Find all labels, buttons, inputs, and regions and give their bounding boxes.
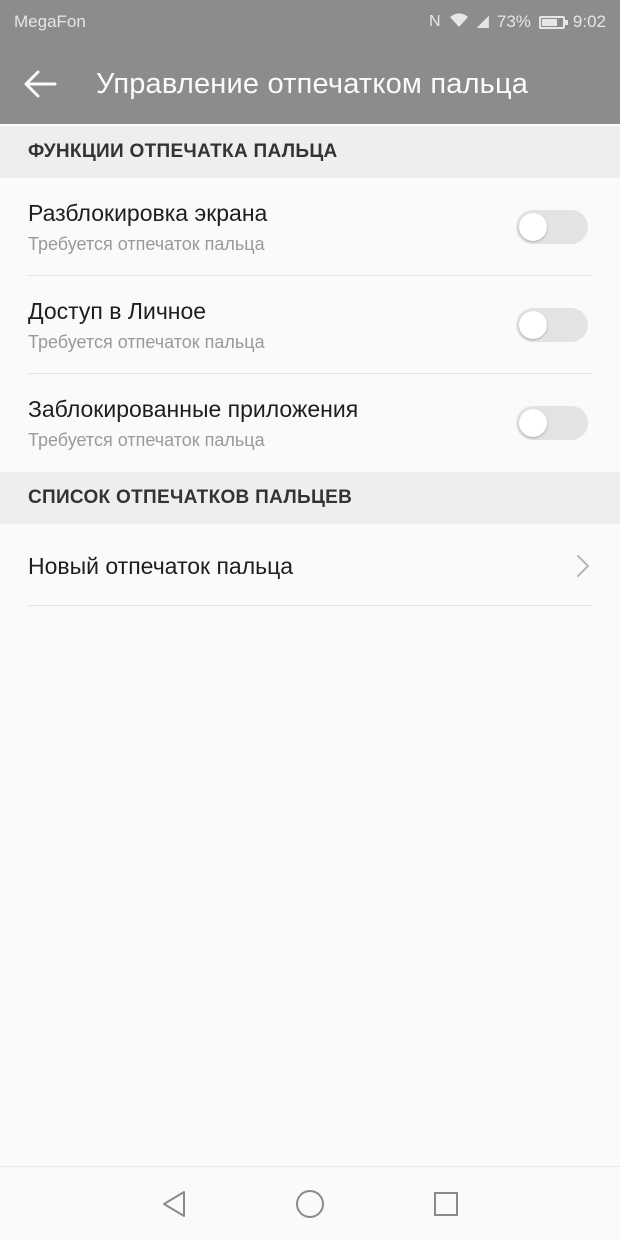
battery-icon: [538, 15, 568, 29]
setting-row-screen-unlock[interactable]: Разблокировка экрана Требуется отпечаток…: [0, 178, 620, 276]
arrow-back-icon: [24, 70, 57, 98]
battery-percent: 73%: [496, 12, 531, 31]
nav-home-icon: [296, 1189, 324, 1218]
nfc-icon: N: [429, 13, 441, 30]
nav-recents-icon: [434, 1191, 458, 1216]
setting-title: Разблокировка экрана: [28, 200, 268, 226]
divider: [28, 605, 592, 606]
setting-subtitle: Требуется отпечаток пальца: [28, 332, 265, 352]
wifi-icon: [449, 12, 469, 32]
new-fingerprint-label: Новый отпечаток пальца: [28, 553, 294, 579]
screen-unlock-toggle[interactable]: [516, 210, 588, 244]
setting-subtitle: Требуется отпечаток пальца: [28, 430, 265, 450]
toggle-knob: [519, 213, 547, 241]
section-header-fingerprint-list: СПИСОК ОТПЕЧАТКОВ ПАЛЬЦЕВ: [0, 472, 620, 524]
nav-recents-button[interactable]: [426, 1184, 466, 1224]
section-header-functions: ФУНКЦИИ ОТПЕЧАТКА ПАЛЬЦА: [0, 126, 620, 178]
setting-row-locked-apps[interactable]: Заблокированные приложения Требуется отп…: [0, 374, 620, 472]
navigation-bar: [0, 1166, 620, 1240]
setting-subtitle: Требуется отпечаток пальца: [28, 234, 265, 254]
new-fingerprint-row[interactable]: Новый отпечаток пальца: [0, 526, 620, 606]
status-bar: MegaFon N ◢ 73% 9:02: [0, 0, 620, 44]
back-button[interactable]: [0, 44, 80, 124]
toggle-knob: [519, 311, 547, 339]
locked-apps-toggle[interactable]: [516, 406, 588, 440]
setting-row-private-access[interactable]: Доступ в Личное Требуется отпечаток паль…: [0, 276, 620, 374]
nav-home-button[interactable]: [290, 1184, 330, 1224]
setting-title: Доступ в Личное: [28, 298, 207, 324]
toggle-knob: [519, 409, 547, 437]
signal-icon: ◢: [476, 13, 489, 30]
carrier-label: MegaFon: [14, 12, 86, 31]
nav-back-button[interactable]: [154, 1184, 194, 1224]
private-access-toggle[interactable]: [516, 308, 588, 342]
setting-title: Заблокированные приложения: [28, 396, 359, 422]
page-title: Управление отпечатком пальца: [96, 67, 529, 100]
clock: 9:02: [572, 12, 606, 31]
app-bar: Управление отпечатком пальца: [0, 44, 620, 124]
chevron-right-icon: [577, 555, 589, 577]
nav-back-icon: [163, 1190, 185, 1217]
status-icons: N ◢ 73% 9:02: [429, 12, 606, 32]
